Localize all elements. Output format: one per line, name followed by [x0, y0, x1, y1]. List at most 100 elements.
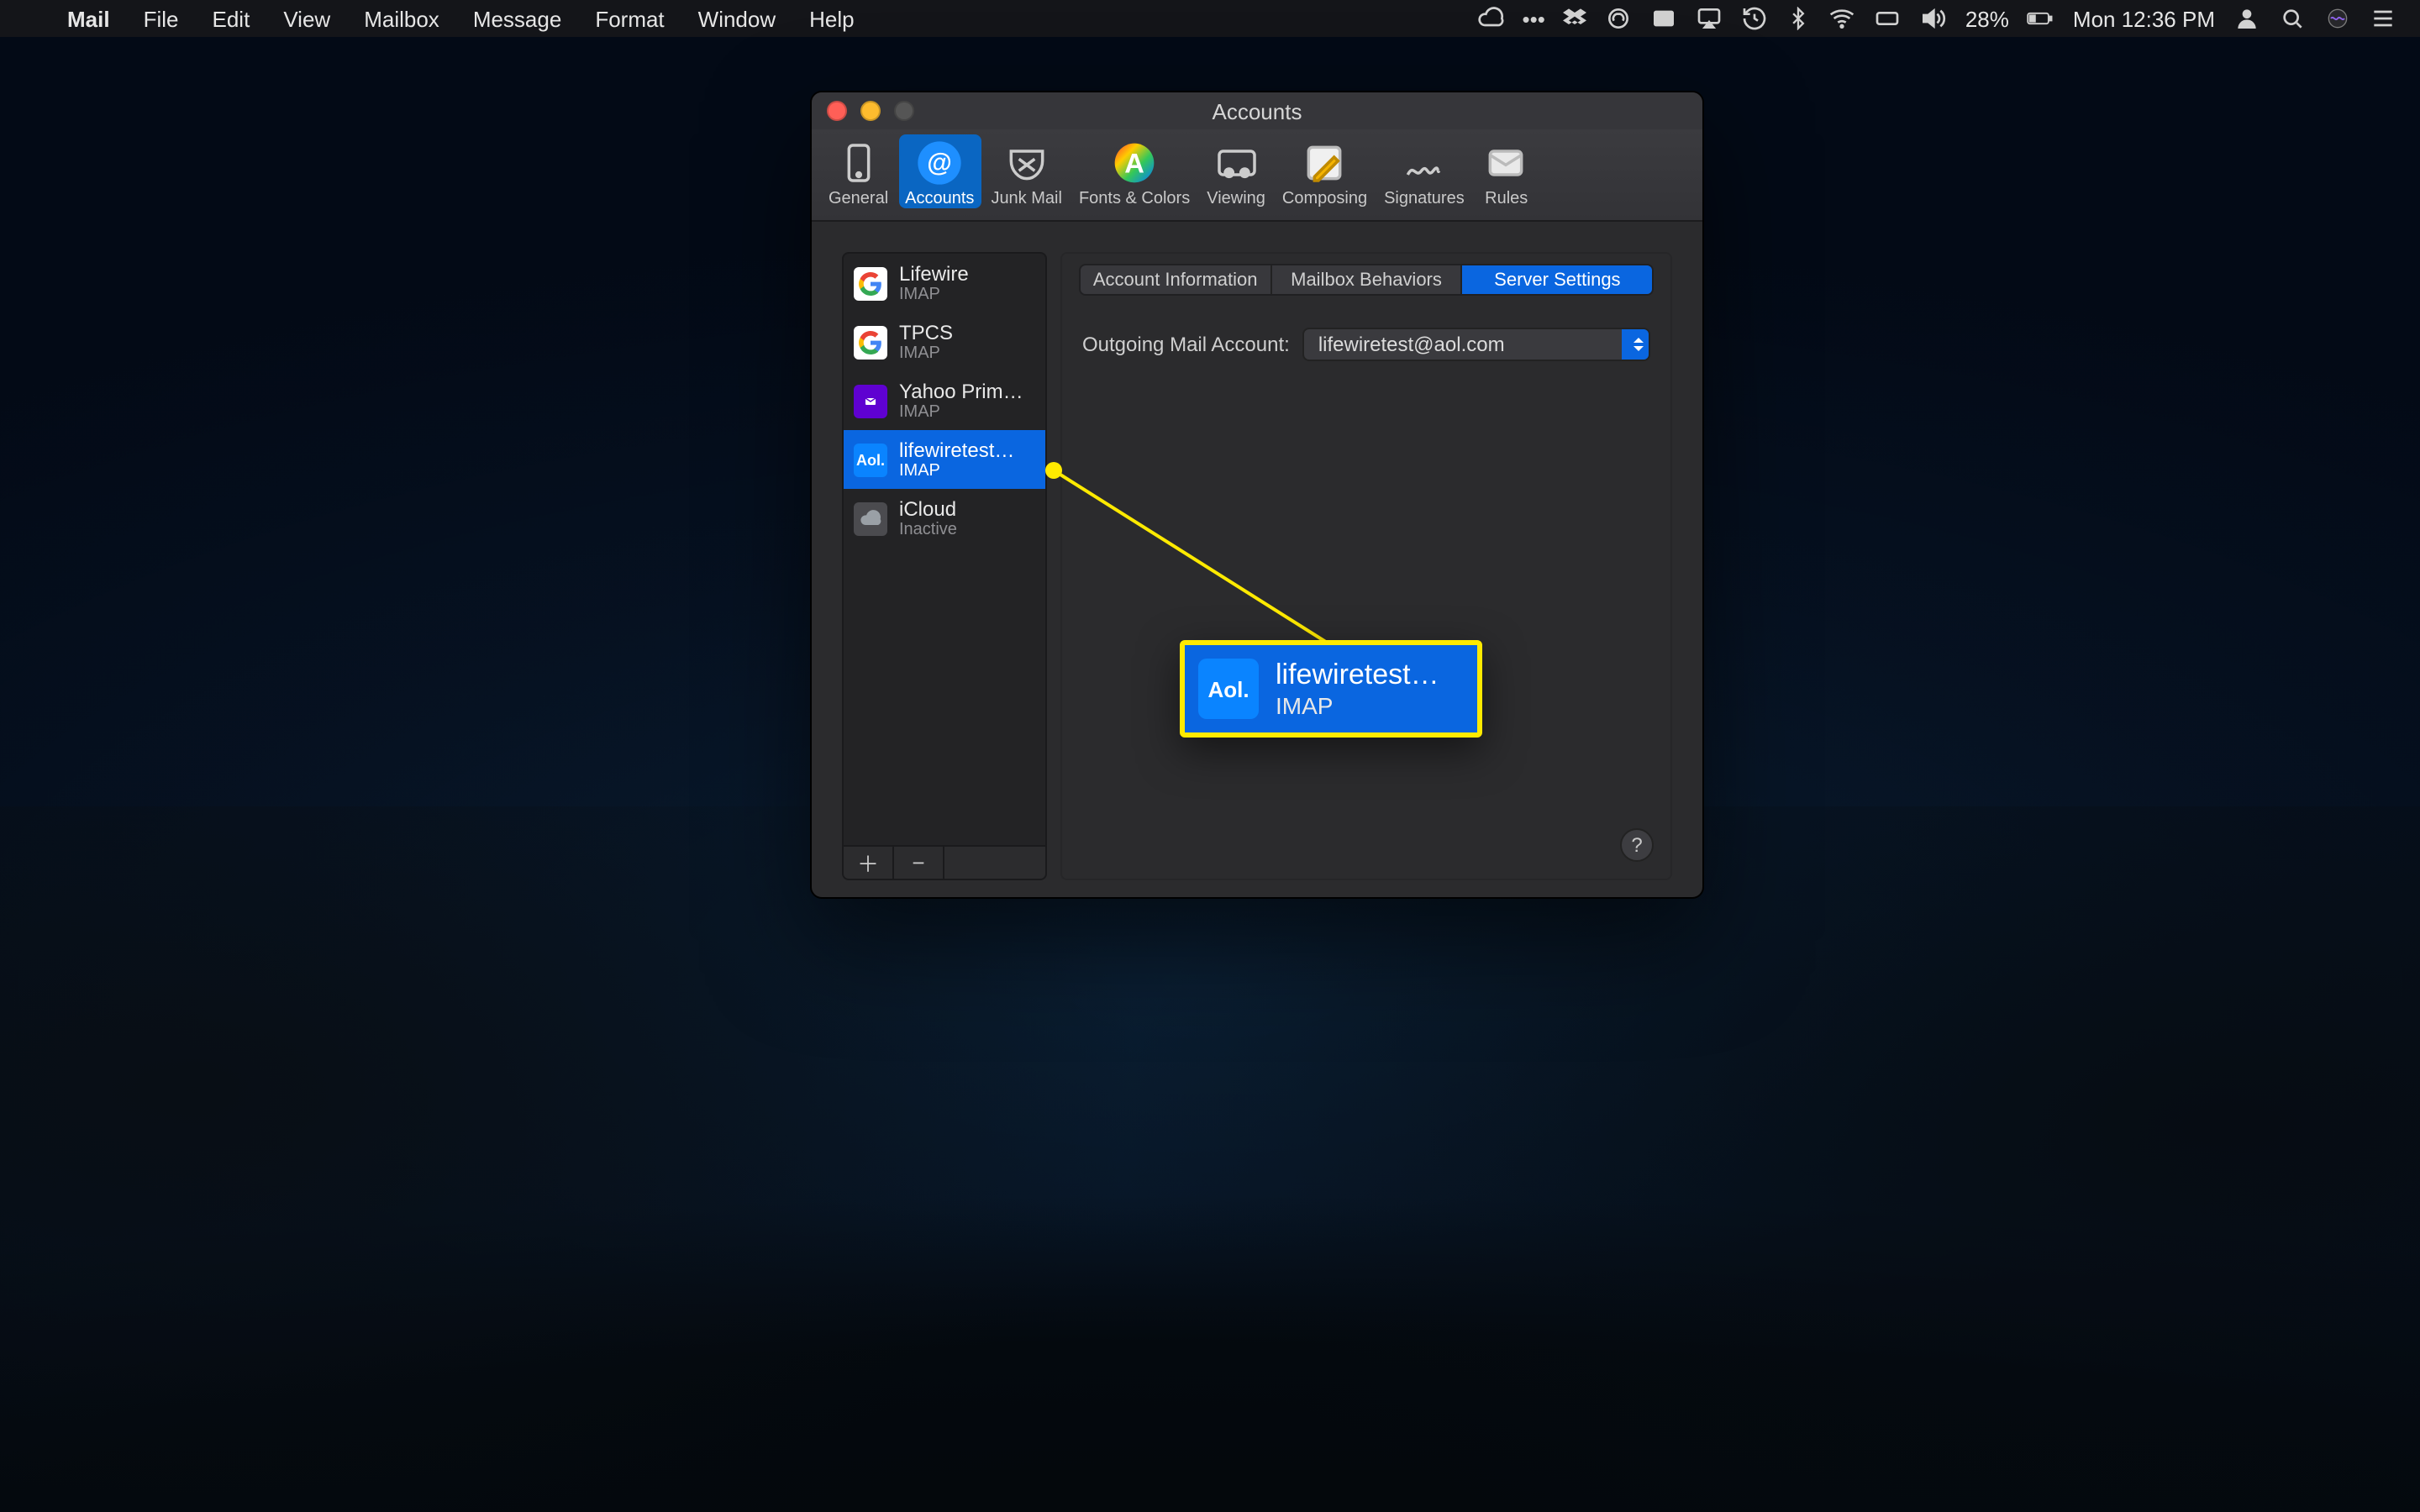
signatures-icon: [1399, 138, 1449, 188]
account-name: lifewiretest…: [899, 438, 1014, 462]
chevron-up-down-icon: [1634, 338, 1644, 351]
menu-app[interactable]: Mail: [50, 6, 127, 31]
menu-format[interactable]: Format: [578, 6, 681, 31]
window-minimize-button[interactable]: [860, 101, 881, 121]
outgoing-mail-value: lifewiretest@aol.com: [1318, 333, 1505, 356]
account-type: IMAP: [899, 403, 1023, 422]
account-lifewiretest-aol[interactable]: Aol. lifewiretest… IMAP: [844, 430, 1045, 489]
aol-icon: Aol.: [1198, 659, 1259, 719]
account-tpcs[interactable]: TPCS IMAP: [844, 312, 1045, 371]
svg-text:A: A: [1124, 148, 1144, 179]
volume-icon[interactable]: [1920, 5, 1947, 32]
dropbox-icon[interactable]: [1564, 7, 1587, 30]
google-icon: [854, 266, 887, 300]
menu-help[interactable]: Help: [792, 6, 871, 31]
account-tabs: Account Information Mailbox Behaviors Se…: [1079, 264, 1654, 296]
notification-center-icon[interactable]: [2370, 5, 2396, 32]
bluetooth-icon[interactable]: [1787, 7, 1811, 30]
battery-percent: 28%: [1965, 6, 2009, 31]
account-name: TPCS: [899, 321, 953, 344]
menu-window[interactable]: Window: [681, 6, 793, 31]
outgoing-mail-label: Outgoing Mail Account:: [1082, 333, 1290, 356]
menu-mailbox[interactable]: Mailbox: [347, 6, 456, 31]
menubar: Mail File Edit View Mailbox Message Form…: [0, 0, 2420, 37]
tab-mailbox-behaviors[interactable]: Mailbox Behaviors: [1271, 265, 1462, 294]
keyboard-icon[interactable]: [1875, 5, 1902, 32]
help-button[interactable]: ?: [1620, 828, 1654, 862]
window-zoom-button[interactable]: [894, 101, 914, 121]
more-icon[interactable]: •••: [1523, 6, 1545, 31]
wifi-icon[interactable]: [1829, 5, 1856, 32]
composing-icon: [1300, 138, 1350, 188]
remove-account-button[interactable]: −: [894, 847, 944, 879]
account-detail-panel: Account Information Mailbox Behaviors Se…: [1060, 252, 1672, 880]
general-icon: [834, 138, 884, 188]
accounts-icon: @: [914, 138, 965, 188]
toolbar-label: Rules: [1485, 190, 1528, 208]
tab-server-settings[interactable]: Server Settings: [1463, 265, 1652, 294]
timemachine-icon[interactable]: [1742, 5, 1769, 32]
toolbar-label: Fonts & Colors: [1079, 190, 1190, 208]
add-account-button[interactable]: ＋: [844, 847, 894, 879]
icloud-icon: [854, 501, 887, 535]
accounts-preferences-window: Accounts General @ Accounts Junk Mail A …: [810, 91, 1704, 899]
account-name: iCloud: [899, 497, 957, 521]
callout-account-type: IMAP: [1276, 692, 1439, 719]
traffic-lights: [827, 101, 914, 121]
tab-account-information[interactable]: Account Information: [1081, 265, 1271, 294]
svg-text:@: @: [927, 149, 952, 176]
menu-file[interactable]: File: [127, 6, 196, 31]
toolbar-label: Composing: [1282, 190, 1367, 208]
cloud-icon[interactable]: [1477, 5, 1504, 32]
battery-icon[interactable]: [2028, 5, 2054, 32]
user-icon[interactable]: [2233, 5, 2260, 32]
window-close-button[interactable]: [827, 101, 847, 121]
account-name: Lifewire: [899, 262, 969, 286]
siri-icon[interactable]: [2324, 5, 2351, 32]
toolbar-composing[interactable]: Composing: [1276, 134, 1374, 208]
account-type: IMAP: [899, 462, 1014, 480]
toolbar-rules[interactable]: Rules: [1475, 134, 1539, 208]
outgoing-mail-select[interactable]: lifewiretest@aol.com: [1303, 328, 1650, 361]
toolbar-viewing[interactable]: Viewing: [1200, 134, 1272, 208]
account-type: Inactive: [899, 521, 957, 539]
toolbar-general[interactable]: General: [822, 134, 895, 208]
account-lifewire[interactable]: Lifewire IMAP: [844, 254, 1045, 312]
preferences-toolbar: General @ Accounts Junk Mail A Fonts & C…: [812, 129, 1702, 222]
aol-icon: Aol.: [854, 443, 887, 476]
toolbar-label: Accounts: [905, 190, 974, 208]
toolbar-label: Viewing: [1207, 190, 1265, 208]
fonts-colors-icon: A: [1109, 138, 1160, 188]
menu-view[interactable]: View: [266, 6, 347, 31]
account-type: IMAP: [899, 286, 969, 304]
callout-magnifier: Aol. lifewiretest… IMAP: [1180, 640, 1482, 738]
clock[interactable]: Mon 12:36 PM: [2073, 6, 2215, 31]
outgoing-mail-row: Outgoing Mail Account: lifewiretest@aol.…: [1082, 328, 1650, 361]
toolbar-signatures[interactable]: Signatures: [1377, 134, 1471, 208]
creative-cloud-icon[interactable]: [1606, 5, 1633, 32]
viewing-icon: [1211, 138, 1261, 188]
window-titlebar[interactable]: Accounts: [812, 92, 1702, 129]
junk-mail-icon: [1002, 138, 1052, 188]
rules-icon: [1481, 138, 1532, 188]
toolbar-accounts[interactable]: @ Accounts: [898, 134, 981, 208]
window-title: Accounts: [1213, 98, 1302, 123]
toolbar-label: Signatures: [1384, 190, 1465, 208]
spotlight-icon[interactable]: [2279, 5, 2306, 32]
menu-message[interactable]: Message: [456, 6, 579, 31]
yahoo-icon: [854, 384, 887, 417]
toolbar-label: Junk Mail: [991, 190, 1062, 208]
accounts-sidebar: Lifewire IMAP TPCS IMAP: [842, 252, 1047, 880]
toolbar-junk-mail[interactable]: Junk Mail: [984, 134, 1069, 208]
accounts-list: Lifewire IMAP TPCS IMAP: [842, 252, 1047, 847]
account-yahoo[interactable]: Yahoo Prim… IMAP: [844, 371, 1045, 430]
menu-edit[interactable]: Edit: [196, 6, 267, 31]
airplay-icon[interactable]: [1697, 5, 1723, 32]
quickshade-icon[interactable]: [1651, 5, 1678, 32]
add-remove-bar: ＋ −: [842, 847, 1047, 880]
account-icloud[interactable]: iCloud Inactive: [844, 489, 1045, 548]
callout-account-name: lifewiretest…: [1276, 659, 1439, 692]
account-type: IMAP: [899, 344, 953, 363]
google-icon: [854, 325, 887, 359]
toolbar-fonts-colors[interactable]: A Fonts & Colors: [1072, 134, 1197, 208]
